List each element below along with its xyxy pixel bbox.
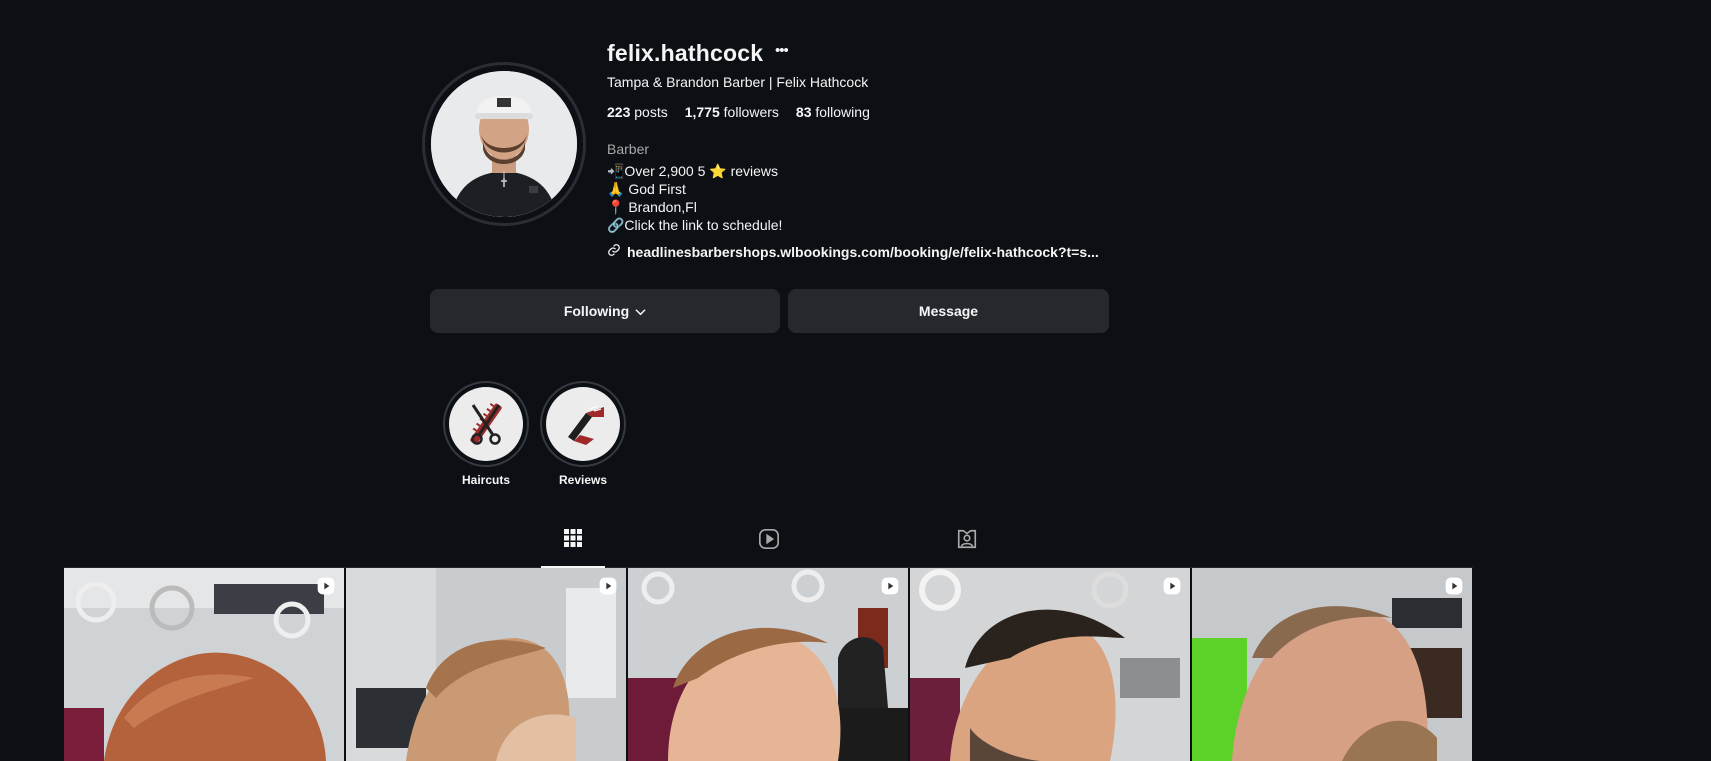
profile-bio: 📲Over 2,900 5 ⭐️ reviews 🙏 God First 📍 B…: [607, 162, 782, 234]
reel-icon: [316, 576, 336, 601]
followers-stat[interactable]: 1,775 followers: [685, 104, 779, 120]
chevron-down-icon: [635, 303, 646, 319]
profile-link[interactable]: headlinesbarbershops.wlbookings.com/book…: [607, 243, 1099, 260]
reel-icon: [598, 576, 618, 601]
following-count: 83: [795, 104, 812, 120]
more-options-icon[interactable]: •••: [775, 42, 789, 59]
link-icon: [607, 243, 621, 260]
link-text: headlinesbarbershops.wlbookings.com/book…: [627, 243, 1099, 260]
straight-razor-icon: [546, 387, 620, 461]
posts-label: posts: [634, 104, 668, 120]
bio-line: 🔗Click the link to schedule!: [607, 217, 783, 233]
message-button-label: Message: [918, 303, 979, 319]
tab-reels[interactable]: [737, 528, 801, 568]
reel-icon: [880, 576, 900, 601]
reel-icon: [1162, 576, 1182, 601]
following-button-label: Following: [563, 303, 630, 319]
profile-stats: 223 posts 1,775 followers 83 following: [607, 104, 870, 120]
bio-line: 🙏 God First: [607, 181, 686, 197]
highlight-ring: [443, 381, 529, 467]
highlight-label: Haircuts: [461, 473, 511, 487]
post-tile[interactable]: [910, 568, 1190, 761]
following-button[interactable]: Following: [430, 289, 780, 333]
posts-count: 223: [607, 104, 631, 120]
avatar[interactable]: [431, 71, 577, 217]
tagged-user-icon: [956, 528, 978, 555]
bio-line: 📲Over 2,900 5 ⭐️ reviews: [607, 163, 779, 179]
bio-line: 📍 Brandon,Fl: [607, 199, 697, 215]
followers-label: followers: [723, 104, 779, 120]
grid-icon: [563, 528, 583, 553]
profile-avatar-ring[interactable]: [422, 62, 586, 226]
profile-full-name: Tampa & Brandon Barber | Felix Hathcock: [607, 74, 869, 90]
reels-icon: [758, 528, 780, 555]
post-tile[interactable]: [628, 568, 908, 761]
message-button[interactable]: Message: [788, 289, 1109, 333]
profile-category: Barber: [607, 141, 650, 157]
post-tile[interactable]: [64, 568, 344, 761]
scissors-comb-icon: [449, 387, 523, 461]
profile-username: felix.hathcock: [607, 40, 764, 66]
highlight-ring: [540, 381, 626, 467]
posts-grid: [64, 568, 1473, 761]
highlight-reviews[interactable]: Reviews: [540, 381, 626, 487]
followers-count: 1,775: [684, 104, 720, 120]
post-tile[interactable]: [1192, 568, 1472, 761]
following-stat[interactable]: 83 following: [796, 104, 870, 120]
tab-tagged[interactable]: [935, 528, 999, 568]
following-label: following: [815, 104, 870, 120]
reel-icon: [1444, 576, 1464, 601]
posts-stat: 223 posts: [607, 104, 668, 120]
highlight-haircuts[interactable]: Haircuts: [443, 381, 529, 487]
tab-posts[interactable]: [541, 528, 605, 568]
highlight-label: Reviews: [558, 473, 608, 487]
post-tile[interactable]: [346, 568, 626, 761]
